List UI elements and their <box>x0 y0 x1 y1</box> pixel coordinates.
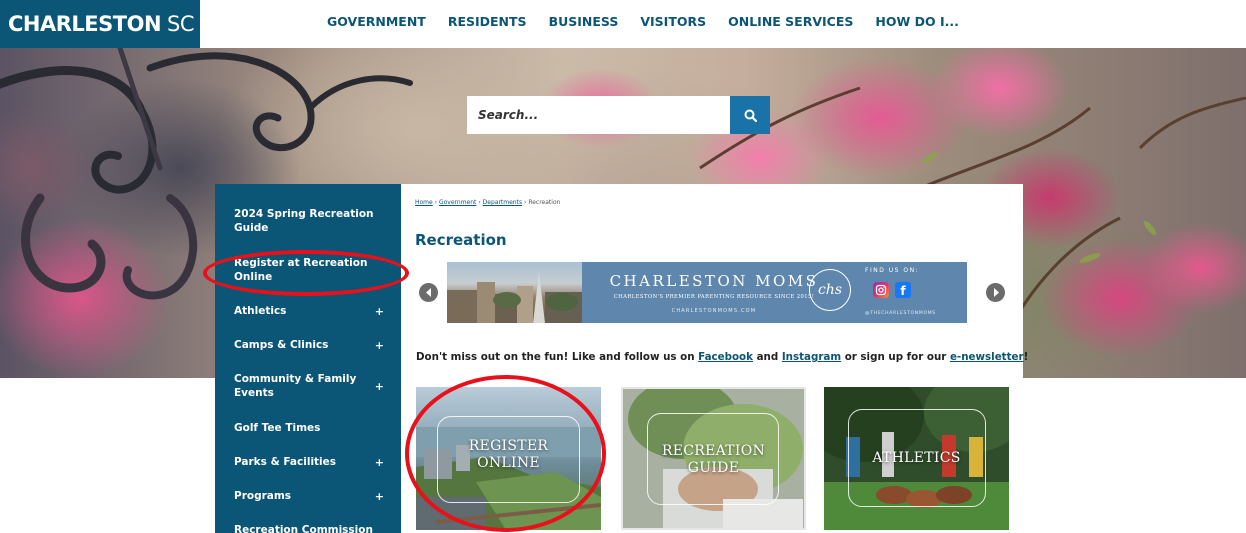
search-icon <box>744 109 757 122</box>
expand-plus-icon[interactable]: + <box>375 456 384 470</box>
page: CHARLESTON SC GOVERNMENT RESIDENTS BUSIN… <box>0 0 1246 533</box>
nav-residents[interactable]: RESIDENTS <box>448 14 527 29</box>
facebook-link[interactable]: Facebook <box>698 351 753 363</box>
breadcrumb-current: Recreation <box>528 199 561 206</box>
promo-text: ! <box>1023 351 1029 363</box>
breadcrumb-separator: › <box>524 199 527 206</box>
breadcrumb: Home › Government › Departments › Recrea… <box>415 199 560 206</box>
tile-label-line2: ONLINE <box>477 455 540 471</box>
nav-government[interactable]: GOVERNMENT <box>327 14 426 29</box>
expand-plus-icon[interactable]: + <box>375 339 384 353</box>
chs-logo: chs <box>809 269 851 311</box>
sidebar-item-recreation-commission[interactable]: Recreation Commission <box>234 524 394 533</box>
breadcrumb-separator: › <box>478 199 481 206</box>
carousel-banner[interactable]: CHARLESTON MOMS CHARLESTON'S PREMIER PAR… <box>447 262 967 323</box>
sidebar-item-label: Camps & Clinics <box>234 339 329 351</box>
carousel-prev-button[interactable] <box>419 283 438 302</box>
sidebar-item-athletics[interactable]: Athletics + <box>234 305 394 319</box>
instagram-icon <box>873 282 889 298</box>
banner-tagline: CHARLESTON'S PREMIER PARENTING RESOURCE … <box>613 294 815 300</box>
tile-athletics[interactable]: ATHLETICS <box>824 387 1009 530</box>
sidebar-item-label: Parks & Facilities <box>234 456 337 468</box>
instagram-link[interactable]: Instagram <box>782 351 841 363</box>
main-nav: GOVERNMENT RESIDENTS BUSINESS VISITORS O… <box>327 14 981 29</box>
sidebar-nav: 2024 Spring Recreation Guide Register at… <box>215 184 401 533</box>
carousel-next-button[interactable] <box>986 283 1005 302</box>
tile-label-line1: REGISTER <box>468 438 549 454</box>
search-input[interactable] <box>467 96 730 134</box>
sidebar-item-golf-tee-times[interactable]: Golf Tee Times <box>234 422 394 436</box>
facebook-icon: f <box>895 282 911 298</box>
expand-plus-icon[interactable]: + <box>375 305 384 319</box>
tile-label-line1: RECREATION <box>661 443 766 459</box>
banner-url: CHARLESTONMOMS.COM <box>671 308 757 314</box>
page-title: Recreation <box>415 231 507 249</box>
nav-online-services[interactable]: ONLINE SERVICES <box>728 14 853 29</box>
tile-label-line2: GUIDE <box>687 460 740 476</box>
banner-find-us: FIND US ON: <box>865 267 920 274</box>
sidebar-item-programs[interactable]: Programs + <box>234 490 394 504</box>
banner-title: CHARLESTON MOMS <box>609 272 819 290</box>
promo-text: or sign up for our <box>841 351 950 363</box>
main-content: Home › Government › Departments › Recrea… <box>401 184 1028 533</box>
tile-label-line1: ATHLETICS <box>872 450 961 466</box>
breadcrumb-separator: › <box>434 199 438 206</box>
social-promo-text: Don't miss out on the fun! Like and foll… <box>416 351 1028 363</box>
nav-business[interactable]: BUSINESS <box>549 14 619 29</box>
sidebar-item-label: Community & Family Events <box>234 373 357 399</box>
sidebar-item-label: Recreation Commission <box>234 524 373 533</box>
sidebar-item-parks-facilities[interactable]: Parks & Facilities + <box>234 456 394 470</box>
promo-text: Don't miss out on the fun! Like and foll… <box>416 351 699 363</box>
sidebar-item-register-online[interactable]: Register at Recreation Online <box>234 257 394 284</box>
sidebar-item-community-events[interactable]: Community & Family Events + <box>234 373 394 400</box>
top-bar: CHARLESTON SC GOVERNMENT RESIDENTS BUSIN… <box>0 0 1246 48</box>
breadcrumb-departments[interactable]: Departments <box>483 199 522 206</box>
nav-visitors[interactable]: VISITORS <box>640 14 706 29</box>
sidebar-item-label: Athletics <box>234 305 287 317</box>
search-bar <box>467 96 770 134</box>
sidebar-item-label: 2024 Spring Recreation Guide <box>234 208 374 234</box>
banner-photo <box>447 262 582 323</box>
expand-plus-icon[interactable]: + <box>375 490 384 504</box>
nav-how-do-i[interactable]: HOW DO I... <box>875 14 958 29</box>
banner-handle: @THECHARLESTONMOMS <box>865 311 936 316</box>
breadcrumb-government[interactable]: Government <box>439 199 476 206</box>
newsletter-link[interactable]: e-newsletter <box>950 351 1024 363</box>
promo-text: and <box>752 351 782 363</box>
expand-plus-icon[interactable]: + <box>375 380 384 394</box>
logo-text: CHARLESTON <box>8 12 162 36</box>
tile-label: RECREATION GUIDE <box>623 443 804 477</box>
sidebar-item-label: Programs <box>234 490 292 502</box>
site-logo[interactable]: CHARLESTON SC <box>0 0 200 48</box>
sidebar-item-label: Register at Recreation Online <box>234 257 368 283</box>
sidebar-item-spring-guide[interactable]: 2024 Spring Recreation Guide <box>234 208 394 235</box>
banner-city-image <box>447 272 582 323</box>
tile-register-online[interactable]: REGISTER ONLINE <box>416 387 601 530</box>
sidebar-item-label: Golf Tee Times <box>234 422 321 434</box>
search-button[interactable] <box>730 96 770 134</box>
sidebar-item-camps-clinics[interactable]: Camps & Clinics + <box>234 339 394 353</box>
breadcrumb-home[interactable]: Home <box>415 199 433 206</box>
tile-recreation-guide[interactable]: RECREATION GUIDE <box>621 387 806 530</box>
logo-suffix: SC <box>167 12 195 36</box>
tile-label: REGISTER ONLINE <box>416 438 601 472</box>
chevron-left-icon <box>425 288 431 297</box>
tile-label: ATHLETICS <box>824 450 1009 467</box>
chevron-right-icon <box>993 288 999 297</box>
